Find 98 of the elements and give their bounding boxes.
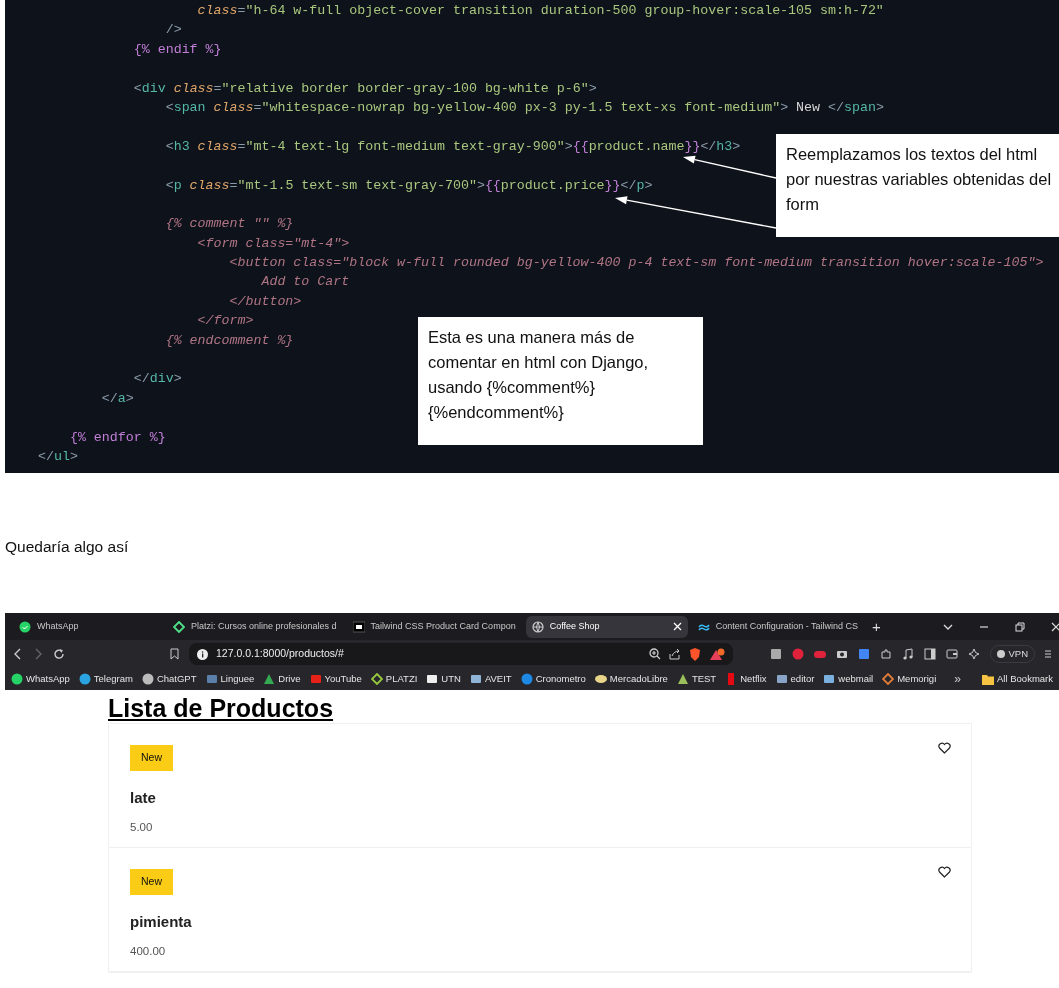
bookmark-link[interactable]: Memorigi [882, 672, 937, 687]
bookmark-link[interactable]: WhatsApp [11, 672, 70, 687]
code-line: {% endcomment %} [164, 332, 294, 348]
code-line: /> [164, 22, 182, 38]
product-price: 5.00 [130, 819, 154, 835]
bookmark-link[interactable]: Netflix [725, 672, 767, 687]
browser-tab[interactable]: Tailwind CSS Product Card Compon [346, 615, 522, 638]
site-icon [426, 673, 439, 686]
bookmark-icon[interactable] [170, 648, 179, 661]
code-line: <h3 class="mt-4 text-lg font-medium text-gray-900">{{product.name}}</h3> [164, 138, 741, 154]
info-icon [197, 648, 208, 660]
browser-tab[interactable]: WhatsApp [13, 615, 163, 638]
code-line: <form class="mt-4"> [196, 235, 350, 251]
bookmark-link[interactable]: YouTube [309, 672, 362, 687]
site-icon [520, 673, 533, 686]
camera-icon[interactable] [836, 648, 849, 661]
heart-icon[interactable] [938, 866, 951, 879]
bookmark-link[interactable]: webmail [823, 672, 874, 687]
bookmark-link[interactable]: Telegram [78, 672, 133, 687]
site-icon [882, 673, 895, 686]
menu-icon[interactable] [1045, 649, 1051, 660]
site-icon [309, 673, 322, 686]
site-icon [78, 673, 91, 686]
bookmark-link[interactable]: Cronometro [520, 672, 586, 687]
site-icon [676, 673, 689, 686]
site-icon [263, 673, 276, 686]
code-line: <button class="block w-full rounded bg-yellow-400 p-4 text-sm font-medium transition hover:scale-105"> [228, 255, 1044, 271]
page-heading: Lista de Productos [108, 693, 335, 724]
more-bookmarks-button[interactable]: » [954, 670, 962, 689]
code-line: </form> [196, 313, 254, 329]
bookmark-link[interactable]: Drive [263, 672, 301, 687]
puzzle-icon[interactable] [880, 648, 893, 661]
site-icon [531, 620, 544, 633]
site-icon [594, 673, 607, 686]
extension-icon[interactable] [792, 648, 805, 661]
code-line: {% endfor %} [68, 429, 166, 445]
code-line: <span class="whitespace-nowrap bg-yellow-400 px-3 py-1.5 text-xs font-medium"> New </span> [164, 99, 884, 115]
site-icon [469, 673, 482, 686]
product-name: late [130, 788, 157, 808]
site-icon [370, 673, 383, 686]
folder-icon [982, 673, 995, 685]
code-line: <p class="mt-1.5 text-sm text-gray-700">{{product.price}}</p> [164, 177, 653, 193]
extension-icon[interactable] [814, 648, 827, 661]
site-icon [11, 673, 23, 686]
paragraph: Quedaría algo así [5, 537, 130, 557]
code-line: </ul> [38, 449, 78, 464]
back-icon[interactable] [13, 648, 23, 661]
site-icon [141, 673, 154, 686]
new-badge: New [130, 869, 173, 895]
address-bar[interactable]: 127.0.0.1:8000/productos/# [189, 643, 733, 666]
site-icon [19, 620, 31, 633]
code-line: Add to Cart [260, 274, 350, 290]
site-icon [775, 673, 788, 686]
product-price: 400.00 [130, 943, 167, 959]
sparkle-icon[interactable] [968, 648, 981, 661]
browser-tab[interactable]: Platzi: Cursos online profesionales d [167, 615, 343, 638]
zoom-icon[interactable] [649, 648, 661, 661]
site-icon [823, 673, 836, 686]
site-icon [173, 620, 185, 633]
bookmark-link[interactable]: MercadoLibre [594, 672, 668, 687]
new-badge: New [130, 745, 173, 771]
chevron-down-icon[interactable] [943, 622, 953, 631]
sidebar-icon[interactable] [924, 648, 937, 661]
share-icon[interactable] [669, 648, 681, 661]
callout-note: Reemplazamos los textos del html por nuestras variables obtenidas del form [776, 134, 1059, 237]
bookmark-link[interactable]: AVEIT [469, 672, 512, 687]
wallet-icon[interactable] [946, 648, 959, 661]
code-line: {% comment "" %} [164, 216, 294, 232]
new-tab-button[interactable]: + [872, 615, 881, 638]
extension-icon[interactable] [770, 648, 783, 661]
triangle-icon[interactable] [709, 647, 725, 661]
bookmark-link[interactable]: editor [775, 672, 815, 687]
browser-tab[interactable]: Coffee Shop [525, 615, 688, 638]
extension-icon[interactable] [858, 648, 871, 661]
bookmark-link[interactable]: ChatGPT [141, 672, 197, 687]
site-icon [205, 673, 218, 686]
reload-icon[interactable] [53, 648, 65, 661]
heart-icon[interactable] [938, 742, 951, 755]
lion-shield-icon[interactable] [689, 647, 701, 661]
forward-icon[interactable] [33, 648, 43, 661]
bookmark-link[interactable]: Linguee [205, 672, 255, 687]
bookmark-link[interactable]: TEST [676, 672, 717, 687]
bookmark-link[interactable]: PLATZI [370, 672, 418, 687]
site-icon [352, 620, 365, 633]
code-line: </button> [228, 293, 302, 309]
bookmarks-folder[interactable]: All Bookmark [982, 672, 1053, 687]
code-line: {% endif %} [132, 41, 222, 57]
close-icon[interactable] [1051, 621, 1059, 632]
bookmark-link[interactable]: UTN [426, 672, 461, 687]
restore-icon[interactable] [1015, 621, 1025, 632]
product-name: pimienta [130, 912, 193, 932]
browser-tab[interactable]: Content Configuration - Tailwind CS [691, 615, 865, 638]
music-note-icon[interactable] [902, 648, 915, 661]
callout-note: Esta es una manera más de comentar en html con Django, usando {%comment%}{%endcomment%} [418, 317, 703, 445]
code-line: </a> [100, 390, 134, 406]
code-line: class="h-64 w-full object-cover transition duration-500 group-hover:scale-105 sm:h-72" [196, 3, 884, 18]
code-line: <div class="relative border border-gray-100 bg-white p-6"> [132, 80, 597, 96]
code-line: </div> [132, 371, 182, 387]
